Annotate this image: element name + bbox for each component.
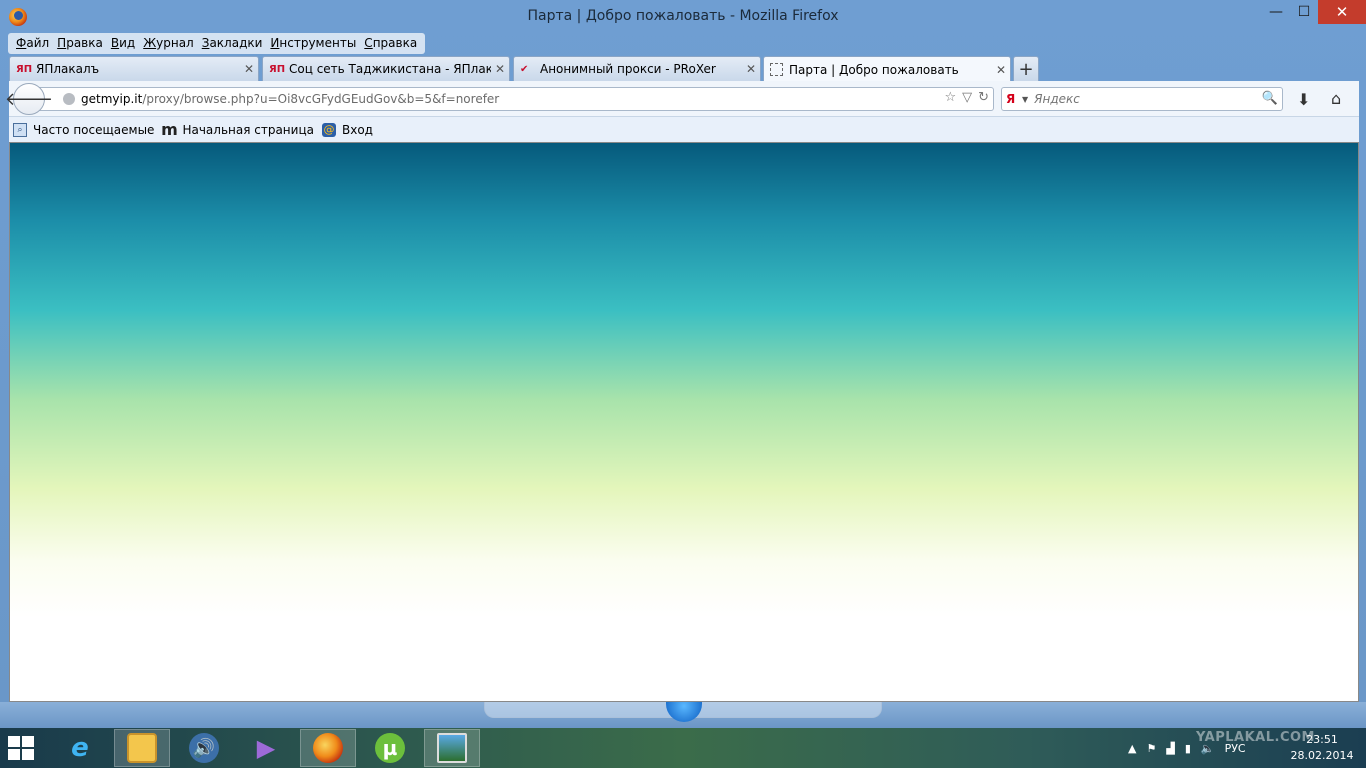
navigation-bar: getmyip.it/proxy/browse.php?u=Oi8vcGFydG…: [5, 81, 1359, 117]
bookmark-start-page[interactable]: m Начальная страница: [161, 120, 314, 139]
bookmark-label: Вход: [341, 122, 373, 137]
downloads-icon[interactable]: ⬇: [1297, 90, 1310, 109]
url-bar[interactable]: getmyip.it/proxy/browse.php?u=Oi8vcGFydG…: [39, 87, 994, 111]
globe-icon[interactable]: [63, 93, 75, 105]
menu-file-label: айл: [26, 36, 50, 50]
start-button[interactable]: [8, 736, 36, 760]
window-title: Парта | Добро пожаловать - Mozilla Firef…: [527, 8, 839, 24]
windows-logo-pane: [8, 736, 20, 747]
folder-icon: [127, 733, 157, 763]
new-tab-button[interactable]: +: [1013, 56, 1039, 81]
history-dropdown-icon[interactable]: ▽: [962, 90, 972, 105]
menu-help[interactable]: Справка: [360, 33, 421, 54]
bookmarks-bar: ⌕ Часто посещаемые m Начальная страница …: [9, 117, 1359, 142]
menu-bookmarks-label: акладки: [209, 36, 263, 50]
battery-icon[interactable]: ▮: [1185, 742, 1191, 755]
menu-view-accel: В: [110, 36, 120, 50]
back-button[interactable]: 🡐: [5, 83, 53, 115]
most-visited-icon: ⌕: [13, 122, 27, 137]
browser-window: Парта | Добро пожаловать - Mozilla Firef…: [0, 0, 1366, 712]
yandex-icon[interactable]: Я: [1006, 92, 1020, 106]
taskbar-internet-explorer[interactable]: e: [52, 729, 108, 767]
bookmark-label: Начальная страница: [182, 122, 314, 137]
title-bar[interactable]: Парта | Добро пожаловать - Mozilla Firef…: [0, 0, 1366, 32]
search-engine-dropdown-icon[interactable]: ▼: [1022, 95, 1028, 104]
menu-view-label: ид: [119, 36, 136, 50]
menu-file[interactable]: Файл: [12, 33, 53, 54]
tab-strip: ЯП ЯПлакалъ ✕ ЯП Соц сеть Таджикистана -…: [9, 56, 1359, 82]
utorrent-icon: µ: [375, 733, 405, 763]
bookmark-label: Часто посещаемые: [33, 122, 155, 137]
tab-label: Анонимный прокси - PRoXer: [540, 62, 716, 76]
menu-file-accel: Ф: [16, 36, 27, 50]
url-path[interactable]: /proxy/browse.php?u=Oi8vcGFydGEudGov&b=5…: [142, 92, 499, 106]
tab-label: ЯПлакалъ: [36, 62, 100, 76]
bookmark-most-visited[interactable]: ⌕ Часто посещаемые: [13, 122, 155, 137]
tab-label: Соц сеть Таджикистана - ЯПлакалъ: [289, 62, 491, 76]
yaplakal-icon: ЯП: [269, 63, 286, 75]
taskbar-volume[interactable]: 🔊: [176, 729, 232, 767]
blank-page-icon: [770, 63, 783, 76]
minimize-button[interactable]: —: [1262, 0, 1290, 24]
taskbar-photos[interactable]: [424, 729, 480, 767]
action-center-flag-icon[interactable]: ⚑: [1146, 742, 1156, 755]
taskbar: e 🔊 ▶ µ ▲ ⚑ ▟ ▮ 🔈 РУС 23:51 28.02.2014: [0, 728, 1366, 768]
checkmark-icon: ✔: [520, 63, 529, 75]
menu-history[interactable]: Журнал: [139, 33, 198, 54]
url-host[interactable]: getmyip.it: [81, 92, 142, 106]
watermark: YAPLAKAL.COM: [1196, 730, 1315, 745]
menu-edit-label: равка: [66, 36, 103, 50]
menu-bar: Файл Правка Вид Журнал Закладки Инструме…: [8, 33, 426, 54]
tab-yaplakal[interactable]: ЯП ЯПлакалъ ✕: [9, 56, 259, 81]
search-input[interactable]: [1034, 92, 1255, 106]
mail-icon: @: [321, 122, 336, 137]
url-tools: ☆ ▽ ↻: [944, 90, 989, 105]
menu-history-accel: Ж: [143, 36, 157, 50]
close-window-button[interactable]: ✕: [1318, 0, 1366, 24]
menu-edit-accel: П: [57, 36, 67, 50]
menu-tools-label: нструменты: [279, 36, 357, 50]
windows-logo-pane: [22, 749, 34, 760]
search-icon[interactable]: 🔍: [1262, 91, 1278, 106]
tab-close-icon[interactable]: ✕: [992, 63, 1010, 77]
internet-explorer-icon: e: [71, 733, 89, 763]
tab-close-icon[interactable]: ✕: [240, 62, 258, 76]
menu-help-label: правка: [372, 36, 418, 50]
tab-close-icon[interactable]: ✕: [491, 62, 509, 76]
tab-tajik-social[interactable]: ЯП Соц сеть Таджикистана - ЯПлакалъ ✕: [262, 56, 510, 81]
search-bar[interactable]: Я ▼ 🔍: [1001, 87, 1283, 111]
windows-logo-pane: [8, 749, 20, 760]
taskbar-visual-studio[interactable]: ▶: [238, 729, 294, 767]
menu-bookmarks[interactable]: Закладки: [198, 33, 267, 54]
start-page-icon: m: [161, 120, 178, 139]
menu-tools[interactable]: Инструменты: [266, 33, 360, 54]
reload-icon[interactable]: ↻: [978, 90, 989, 105]
bookmark-login[interactable]: @ Вход: [321, 122, 373, 137]
back-arrow-icon: 🡐: [4, 88, 54, 110]
menu-view[interactable]: Вид: [107, 33, 139, 54]
photo-viewer-icon: [437, 733, 467, 763]
windows-logo-pane: [22, 736, 34, 747]
page-content[interactable]: [9, 142, 1359, 702]
taskbar-firefox[interactable]: [300, 729, 356, 767]
tab-parta[interactable]: Парта | Добро пожаловать ✕: [763, 56, 1011, 82]
menu-help-accel: С: [364, 36, 373, 50]
visual-studio-icon: ▶: [256, 734, 276, 762]
taskbar-file-explorer[interactable]: [114, 729, 170, 767]
network-signal-icon[interactable]: ▟: [1166, 742, 1174, 755]
tab-close-icon[interactable]: ✕: [742, 62, 760, 76]
home-icon[interactable]: ⌂: [1331, 89, 1341, 108]
menu-history-label: урнал: [156, 36, 194, 50]
yaplakal-icon: ЯП: [16, 63, 33, 75]
speaker-icon: 🔊: [189, 733, 219, 763]
bookmark-star-icon[interactable]: ☆: [944, 90, 956, 105]
taskbar-utorrent[interactable]: µ: [362, 729, 418, 767]
firefox-icon: [313, 733, 343, 763]
tab-proxer[interactable]: ✔ Анонимный прокси - PRoXer ✕: [513, 56, 761, 81]
menu-edit[interactable]: Правка: [53, 33, 107, 54]
clock-date: 28.02.2014: [1290, 749, 1354, 762]
maximize-button[interactable]: ☐: [1290, 0, 1318, 24]
show-hidden-icons-chevron-icon[interactable]: ▲: [1128, 742, 1136, 755]
tab-label: Парта | Добро пожаловать: [789, 62, 959, 77]
